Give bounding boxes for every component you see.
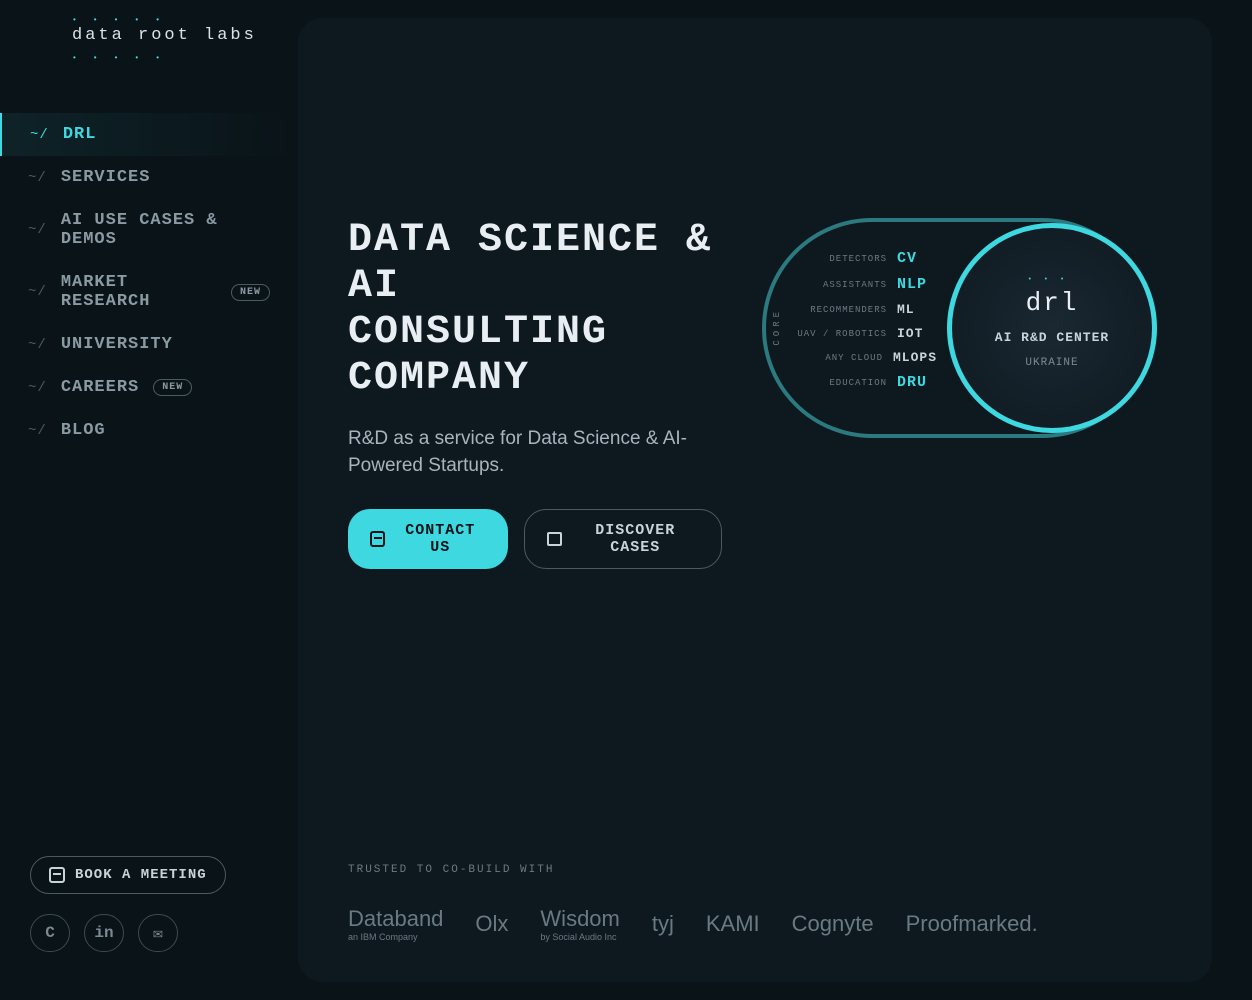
- center-sub: UKRAINE: [1025, 357, 1078, 369]
- nav-item-market-research[interactable]: ~/ MARKET RESEARCH NEW: [0, 261, 298, 323]
- sidebar: ••••• data root labs ••••• ~/ DRL ~/ SERVIC…: [0, 0, 298, 1000]
- linkedin-icon[interactable]: in: [84, 914, 124, 952]
- nav-prefix-icon: ~/: [28, 423, 47, 439]
- calendar-icon: [370, 531, 385, 547]
- nav-item-blog[interactable]: ~/ BLOG: [0, 409, 298, 452]
- client-name: tyj: [652, 911, 674, 937]
- service-label: DETECTORS: [829, 254, 887, 264]
- hero-buttons: CONTACT US DISCOVER CASES: [348, 509, 722, 569]
- service-row: ASSISTANTS NLP: [792, 276, 937, 293]
- hero-text: DATA SCIENCE & AI CONSULTING COMPANY R&D…: [348, 218, 722, 569]
- drl-logo: ••• drl: [1026, 288, 1079, 318]
- client-logo-wisdom: Wisdomby Social Audio Inc: [540, 906, 619, 942]
- nav-label: BLOG: [61, 421, 106, 440]
- service-label: ANY CLOUD: [825, 353, 883, 363]
- nav-prefix-icon: ~/: [28, 337, 47, 353]
- discover-cases-button[interactable]: DISCOVER CASES: [524, 509, 722, 569]
- discover-label: DISCOVER CASES: [572, 522, 699, 556]
- client-logo-tyj: tyj: [652, 911, 674, 937]
- main: DATA SCIENCE & AI CONSULTING COMPANY R&D…: [298, 0, 1252, 1000]
- trusted-label: TRUSTED TO CO-BUILD WITH: [348, 864, 1162, 876]
- new-badge: NEW: [153, 379, 192, 396]
- nav-item-university[interactable]: ~/ UNIVERSITY: [0, 323, 298, 366]
- nav: ~/ DRL ~/ SERVICES ~/ AI USE CASES & DEMOS ~/ M…: [0, 85, 298, 856]
- service-tag: ML: [897, 302, 937, 317]
- service-tag: IOT: [897, 326, 937, 341]
- service-label: RECOMMENDERS: [810, 305, 887, 315]
- hero-graphic: CORE DETECTORS CV ASSISTANTS NLP RECOMMENDER…: [762, 218, 1162, 448]
- client-logo-databand: Databandan IBM Company: [348, 906, 443, 942]
- nav-label: UNIVERSITY: [61, 335, 173, 354]
- nav-prefix-icon: ~/: [28, 380, 47, 396]
- new-badge: NEW: [231, 284, 270, 301]
- client-name: Cognyte: [792, 911, 874, 937]
- logo-text: data root labs: [72, 26, 257, 45]
- center-circle: ••• drl AI R&D CENTER UKRAINE: [947, 223, 1157, 433]
- client-logo-cognyte: Cognyte: [792, 911, 874, 937]
- service-row: ANY CLOUD MLOPS: [792, 350, 937, 365]
- nav-prefix-icon: ~/: [28, 284, 47, 300]
- client-name: Proofmarked.: [906, 911, 1038, 937]
- content-panel: DATA SCIENCE & AI CONSULTING COMPANY R&D…: [298, 18, 1212, 982]
- core-label: CORE: [772, 308, 782, 346]
- nav-prefix-icon: ~/: [30, 127, 49, 143]
- client-sub: an IBM Company: [348, 932, 443, 942]
- services-list: DETECTORS CV ASSISTANTS NLP RECOMMENDERS ML UA…: [792, 250, 937, 391]
- mail-icon[interactable]: ✉: [138, 914, 178, 952]
- nav-label: AI USE CASES & DEMOS: [61, 211, 270, 249]
- page-subtitle: R&D as a service for Data Science & AI-P…: [348, 426, 722, 479]
- nav-label: SERVICES: [61, 168, 151, 187]
- contact-label: CONTACT US: [395, 522, 486, 556]
- service-label: ASSISTANTS: [823, 280, 887, 290]
- book-meeting-label: BOOK A MEETING: [75, 867, 207, 883]
- calendar-icon: [49, 867, 65, 883]
- hero: DATA SCIENCE & AI CONSULTING COMPANY R&D…: [348, 218, 1162, 569]
- clutch-icon[interactable]: C: [30, 914, 70, 952]
- service-row: RECOMMENDERS ML: [792, 302, 937, 317]
- nav-prefix-icon: ~/: [28, 222, 47, 238]
- nav-label: MARKET RESEARCH: [61, 273, 217, 311]
- service-tag: NLP: [897, 276, 937, 293]
- client-name: Wisdom: [540, 906, 619, 932]
- client-sub: by Social Audio Inc: [540, 932, 619, 942]
- sidebar-footer: BOOK A MEETING C in ✉: [0, 856, 298, 982]
- service-row: EDUCATION DRU: [792, 374, 937, 391]
- contact-us-button[interactable]: CONTACT US: [348, 509, 508, 569]
- logo-dots-icon: •••••: [72, 16, 176, 25]
- title-line2: CONSULTING COMPANY: [348, 310, 608, 401]
- client-logo-kami: KAMI: [706, 911, 760, 937]
- nav-item-services[interactable]: ~/ SERVICES: [0, 156, 298, 199]
- client-name: KAMI: [706, 911, 760, 937]
- logo[interactable]: ••••• data root labs •••••: [0, 18, 298, 85]
- service-label: EDUCATION: [829, 378, 887, 388]
- nav-item-drl[interactable]: ~/ DRL: [0, 113, 298, 156]
- service-tag: DRU: [897, 374, 937, 391]
- center-label: AI R&D CENTER: [995, 330, 1109, 345]
- nav-item-ai-use-cases-demos[interactable]: ~/ AI USE CASES & DEMOS: [0, 199, 298, 261]
- client-logos: Databandan IBM Company Olx Wisdomby Social…: [348, 906, 1162, 942]
- service-row: UAV / ROBOTICS IOT: [792, 326, 937, 341]
- nav-prefix-icon: ~/: [28, 170, 47, 186]
- title-line1: DATA SCIENCE & AI: [348, 218, 712, 309]
- service-label: UAV / ROBOTICS: [797, 329, 887, 339]
- drl-text: drl: [1026, 288, 1079, 318]
- service-row: DETECTORS CV: [792, 250, 937, 267]
- book-meeting-button[interactable]: BOOK A MEETING: [30, 856, 226, 894]
- client-logo-proofmarked: Proofmarked.: [906, 911, 1038, 937]
- nav-label: DRL: [63, 125, 97, 144]
- client-name: Databand: [348, 906, 443, 932]
- trusted-section: TRUSTED TO CO-BUILD WITH Databandan IBM …: [348, 824, 1162, 942]
- map-icon: [547, 532, 562, 546]
- page-title: DATA SCIENCE & AI CONSULTING COMPANY: [348, 218, 722, 402]
- client-name: Olx: [475, 911, 508, 937]
- drl-dots-icon: •••: [1028, 276, 1077, 284]
- social-row: C in ✉: [30, 914, 268, 952]
- nav-label: CAREERS: [61, 378, 139, 397]
- service-tag: CV: [897, 250, 937, 267]
- client-logo-olx: Olx: [475, 911, 508, 937]
- nav-item-careers[interactable]: ~/ CAREERS NEW: [0, 366, 298, 409]
- logo-dots-icon: •••••: [72, 54, 176, 63]
- service-tag: MLOPS: [893, 350, 937, 365]
